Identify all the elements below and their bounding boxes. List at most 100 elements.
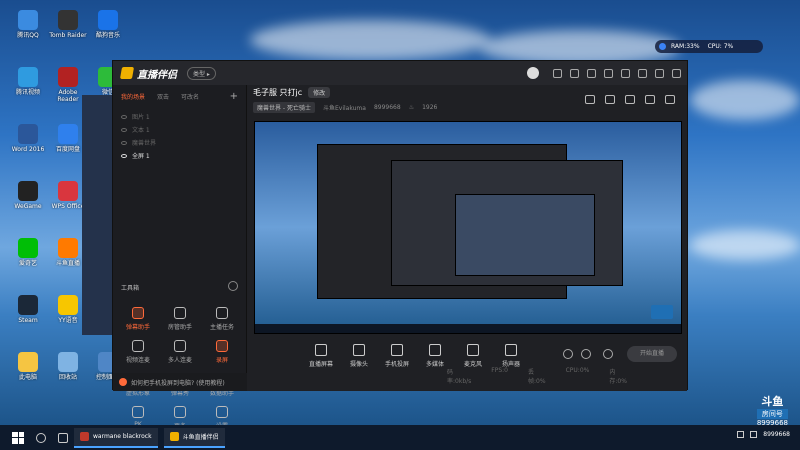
- desktop-icon-label: Word 2016: [11, 146, 45, 153]
- tool-button[interactable]: 多人连麦: [159, 340, 201, 364]
- source-button[interactable]: 扬声器: [493, 344, 529, 368]
- desktop-icon[interactable]: Word 2016: [8, 124, 48, 153]
- start-live-button[interactable]: 开始直播: [627, 346, 677, 362]
- tab-scenes[interactable]: 我的场景: [121, 92, 145, 101]
- volume-icon[interactable]: [750, 431, 758, 438]
- source-button[interactable]: 麦克风: [455, 344, 491, 368]
- tool-label: 房管助手: [167, 324, 192, 331]
- lock-icon[interactable]: [605, 95, 615, 104]
- room-title: 毛子服 只打jc: [253, 88, 303, 97]
- title-bar[interactable]: 直播伴侣 类型 ▸: [113, 61, 687, 85]
- type-badge[interactable]: 类型 ▸: [187, 66, 216, 80]
- eye-icon[interactable]: [121, 114, 127, 119]
- preview-taskbar: [255, 324, 681, 333]
- desktop-icon[interactable]: 腾讯视频: [8, 67, 48, 96]
- scene-label: 魔兽世界: [132, 140, 157, 147]
- search-icon[interactable]: [36, 432, 46, 443]
- app-icon: [18, 10, 38, 30]
- app-icon: [18, 124, 38, 144]
- filter-icon[interactable]: [604, 68, 613, 78]
- taskbar-item[interactable]: 斗鱼直播伴侣: [163, 427, 225, 448]
- stat-item: CPU:0%: [565, 367, 590, 374]
- desktop-icon[interactable]: 酷狗音乐: [88, 10, 128, 39]
- window-icon[interactable]: [625, 95, 635, 104]
- desktop-icon[interactable]: WeGame: [8, 181, 48, 210]
- douyu-watermark: 斗鱼 房间号 8999668: [756, 393, 788, 427]
- eye-icon[interactable]: [121, 153, 127, 158]
- desktop-icon[interactable]: 爱奇艺: [8, 238, 48, 267]
- help-tip[interactable]: 如何把手机投屏到电脑? (使用教程): [113, 373, 247, 391]
- desktop-icon[interactable]: 腾讯QQ: [8, 10, 48, 39]
- record-icon[interactable]: [563, 349, 573, 359]
- scene-item[interactable]: 全屏 1: [121, 149, 238, 162]
- edit-title-button[interactable]: 修改: [308, 87, 331, 98]
- app-icon: [58, 181, 78, 201]
- skin-icon[interactable]: [587, 68, 596, 78]
- scene-item[interactable]: 文本 1: [121, 123, 238, 136]
- clock[interactable]: 8999668: [763, 431, 790, 438]
- tab-double[interactable]: 双击: [157, 92, 169, 101]
- room-category[interactable]: 魔兽世界 - 死亡骑士: [253, 102, 315, 113]
- desktop-icon[interactable]: 此电脑: [8, 352, 48, 381]
- settings-icon[interactable]: [603, 349, 613, 359]
- desktop-icon-label: WeGame: [14, 203, 42, 210]
- task-app-icon: [80, 432, 89, 441]
- share-icon[interactable]: [665, 95, 675, 104]
- source-button[interactable]: 摄像头: [341, 344, 377, 368]
- tool-button[interactable]: 房管助手: [159, 307, 201, 331]
- desktop-icon[interactable]: 回收站: [48, 352, 88, 381]
- eye-icon[interactable]: [121, 127, 127, 132]
- add-scene-button[interactable]: +: [230, 91, 238, 102]
- tool-icon: [216, 406, 228, 418]
- eye-icon[interactable]: [121, 140, 127, 145]
- source-label: 多媒体: [425, 361, 444, 368]
- scene-label: 图片 1: [132, 114, 150, 121]
- scene-label: 文本 1: [132, 127, 150, 134]
- close-icon[interactable]: [672, 68, 681, 78]
- tool-label: 主播任务: [209, 324, 234, 331]
- source-button[interactable]: 直播屏幕: [303, 344, 339, 368]
- taskbar: warmane blackrock 斗鱼直播伴侣 8999668: [0, 425, 800, 450]
- desktop-icon[interactable]: Tomb Raider: [48, 10, 88, 39]
- stat-item: 内存:0%: [609, 369, 627, 385]
- source-button[interactable]: 手机投屏: [379, 344, 415, 368]
- bell-icon[interactable]: [645, 95, 655, 104]
- taskbar-item[interactable]: warmane blackrock: [74, 427, 158, 448]
- scene-item[interactable]: 魔兽世界: [121, 136, 238, 149]
- screen-icon[interactable]: [570, 68, 579, 78]
- tool-button[interactable]: 弹幕助手: [117, 307, 159, 331]
- ram-widget[interactable]: RAM:33% CPU: 7%: [655, 40, 763, 53]
- network-icon[interactable]: [737, 431, 745, 438]
- scene-item[interactable]: 图片 1: [121, 110, 238, 123]
- tool-label: 录屏: [215, 357, 228, 364]
- hot-icon: ♨: [408, 104, 415, 111]
- gift-icon[interactable]: [585, 95, 595, 104]
- source-button[interactable]: 多媒体: [417, 344, 453, 368]
- desktop-icon-label: 回收站: [58, 374, 77, 381]
- avatar[interactable]: [527, 67, 539, 79]
- tool-button[interactable]: 录屏: [201, 340, 243, 364]
- desktop-icon-label: 腾讯视频: [15, 89, 40, 96]
- menu-icon[interactable]: [621, 68, 630, 78]
- task-view-icon[interactable]: [58, 432, 68, 443]
- more-tools-icon[interactable]: [228, 281, 238, 291]
- stream-preview[interactable]: [254, 121, 682, 334]
- stat-item: 丢帧:0%: [527, 369, 546, 385]
- tab-rename[interactable]: 可改名: [181, 92, 199, 101]
- left-panel: 我的场景 双击 可改名 + 图片 1 文本 1 魔兽世界 全屏 1 工具箱 弹幕助手 房…: [113, 85, 247, 430]
- scene-list: 图片 1 文本 1 魔兽世界全屏 1: [113, 108, 246, 164]
- tool-icon: [132, 406, 144, 418]
- desktop-icon-label: Tomb Raider: [49, 32, 87, 39]
- desktop-icon-label: 腾讯QQ: [17, 32, 39, 39]
- tool-icon: [174, 307, 186, 319]
- camera-toggle-icon[interactable]: [581, 349, 591, 359]
- tool-label: 多人连麦: [167, 357, 192, 364]
- minimize-icon[interactable]: [638, 68, 647, 78]
- stat-item: 码率:0kb/s: [447, 369, 472, 385]
- start-button[interactable]: [12, 431, 24, 444]
- tool-button[interactable]: 视频连麦: [117, 340, 159, 364]
- message-icon[interactable]: [553, 68, 562, 78]
- maximize-icon[interactable]: [655, 68, 664, 78]
- desktop-icon[interactable]: Steam: [8, 295, 48, 324]
- tool-button[interactable]: 主播任务: [201, 307, 243, 331]
